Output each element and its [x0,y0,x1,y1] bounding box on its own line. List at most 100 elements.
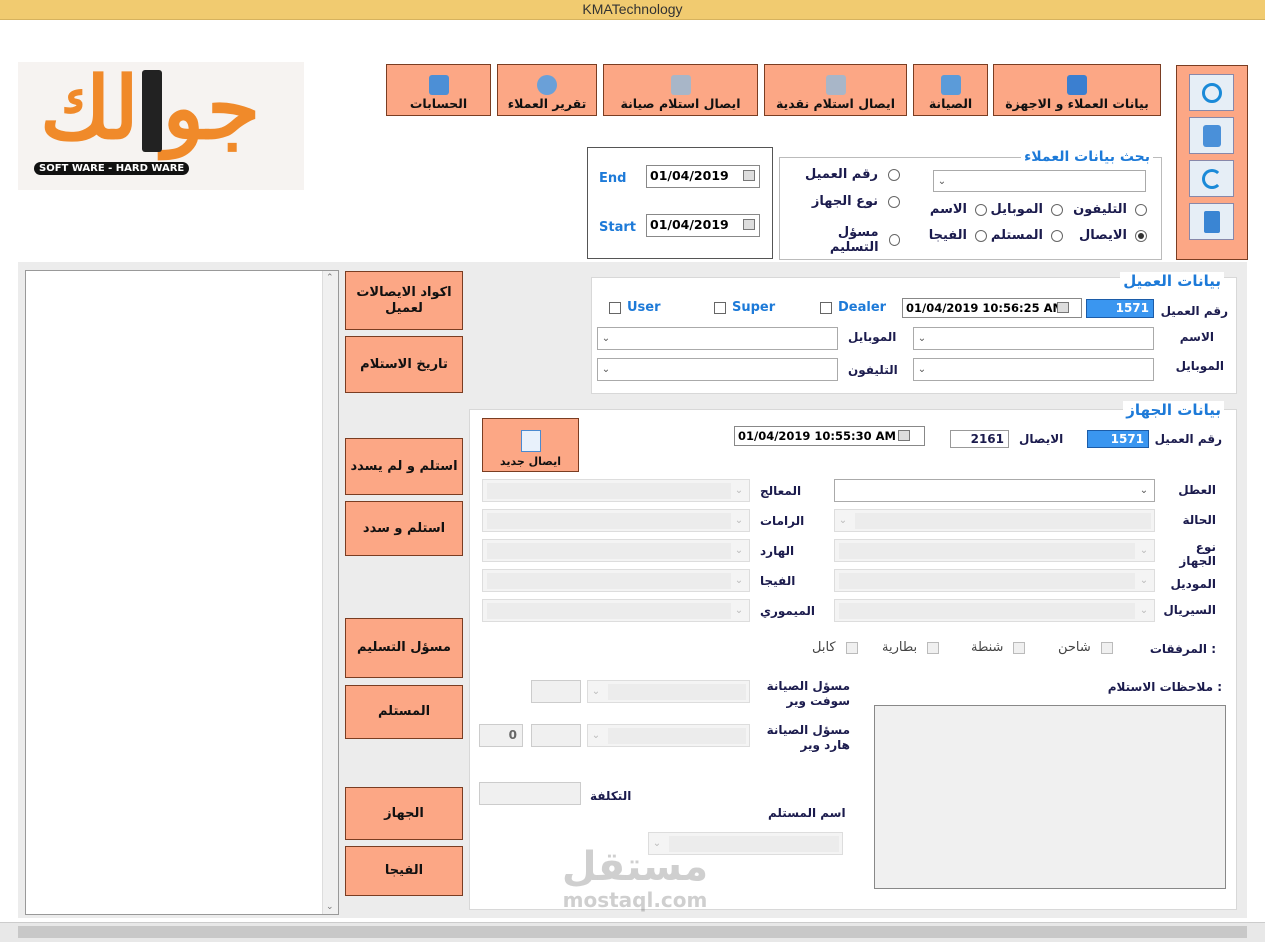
device-type-combo[interactable]: ⌄ [834,539,1155,562]
delete-button[interactable] [1189,203,1234,240]
dealer-checkbox[interactable] [820,301,832,314]
edit-note-icon [520,430,541,452]
received-paid-button[interactable]: استلم و سدد [345,501,463,556]
sw-resp-label: مسؤل الصيانة سوفت وير [766,679,850,708]
receipt-codes-button[interactable]: اكواد الايصالات لعميل [345,271,463,330]
mobile-combo[interactable]: ⌄ [597,327,838,350]
user-label: User [627,300,661,315]
radio-mobile[interactable] [1051,203,1063,216]
maintenance-button[interactable]: الصيانة [913,64,988,116]
user-checkbox[interactable] [609,301,621,314]
device-customer-no-input[interactable]: 1571 [1087,430,1149,448]
device-button[interactable]: الجهاز [345,787,463,840]
chevron-down-icon: ⌄ [734,485,744,496]
vga-button[interactable]: الفيجا [345,846,463,896]
chevron-down-icon: ⌄ [734,515,744,526]
search-combo[interactable]: ⌄ [933,170,1146,192]
chevron-down-icon: ⌄ [1139,605,1149,616]
sw-resp-value[interactable] [531,680,581,703]
hw-resp-value[interactable]: 0 [479,724,523,747]
save-button[interactable] [1189,117,1234,154]
vga-combo[interactable]: ⌄ [482,569,750,592]
cpu-combo[interactable]: ⌄ [482,479,750,502]
chevron-down-icon: ⌄ [1139,575,1149,586]
hw-resp-combo[interactable]: ⌄ [587,724,750,747]
radio-name[interactable] [975,203,987,216]
mobile2-combo[interactable]: ⌄ [913,358,1154,381]
new-receipt-button[interactable]: ايصال جديد [482,418,579,472]
device-customer-no-label: رقم العميل [1154,432,1222,446]
bag-checkbox[interactable] [1013,641,1026,654]
end-date-picker[interactable]: 01/04/2019 [646,165,760,188]
phone-combo[interactable]: ⌄ [597,358,838,381]
cable-checkbox[interactable] [845,641,858,654]
charger-label: شاحن [1058,640,1091,655]
sw-resp-combo[interactable]: ⌄ [587,680,750,703]
watermark-url: mostaql.com [562,888,708,912]
radio-customer-no[interactable] [888,168,900,181]
hdd-combo[interactable]: ⌄ [482,539,750,562]
start-date-picker[interactable]: 01/04/2019 [646,214,760,237]
label-mobile: الموبايل [990,202,1043,217]
scroll-up-icon[interactable]: ⌃ [326,273,334,283]
radio-vga[interactable] [975,229,987,242]
charger-checkbox[interactable] [1100,641,1113,654]
customer-no-label: رقم العميل [1160,304,1228,318]
customer-no-input[interactable]: 1571 [1086,299,1154,318]
maintenance-receipt-button[interactable]: ايصال استلام صيانة [603,64,758,116]
customers-devices-button[interactable]: بيانات العملاء و الاجهزة [993,64,1161,116]
list-scrollbar[interactable]: ⌃ ⌄ [322,271,338,914]
memory-combo[interactable]: ⌄ [482,599,750,622]
radio-receipt[interactable] [1135,229,1147,242]
hw-resp-extra[interactable] [531,724,581,747]
cash-receipt-button[interactable]: ايصال استلام نقدية [764,64,907,116]
chevron-down-icon: ⌄ [591,730,601,741]
cost-input[interactable] [479,782,581,805]
receipt-no-label: الايصال [1019,432,1064,446]
window-title: KMATechnology [0,0,1265,20]
ram-label: الرامات [760,514,805,528]
ram-combo[interactable]: ⌄ [482,509,750,532]
refresh-button[interactable] [1189,160,1234,197]
label-receiver: المستلم [990,228,1043,243]
receipt-no-input[interactable]: 2161 [950,430,1009,448]
chevron-down-icon: ⌄ [591,686,601,697]
battery-checkbox[interactable] [927,641,940,654]
calendar-icon [743,219,755,230]
chevron-down-icon: ⌄ [838,515,848,526]
fault-combo[interactable]: ⌄ [834,479,1155,502]
serial-combo[interactable]: ⌄ [834,599,1155,622]
received-unpaid-button[interactable]: استلم و لم يسدد [345,438,463,495]
radio-delivery-resp[interactable] [888,234,900,246]
receipts-list[interactable]: ⌃ ⌄ [25,270,339,915]
customers-report-button[interactable]: تقرير العملاء [497,64,597,116]
scroll-thumb[interactable] [18,926,1247,938]
status-combo[interactable]: ⌄ [834,509,1155,532]
receiver-button[interactable]: المستلم [345,685,463,739]
chevron-down-icon: ⌄ [734,605,744,616]
customer-datetime-picker[interactable]: 01/04/2019 10:56:25 AM [902,298,1082,318]
hdd-label: الهارد [760,544,795,558]
radio-receiver[interactable] [1051,229,1063,242]
power-button[interactable] [1189,74,1234,111]
chevron-down-icon: ⌄ [1139,545,1149,556]
device-datetime-picker[interactable]: 01/04/2019 10:55:30 AM [734,426,925,446]
date-range-box: End 01/04/2019 Start 01/04/2019 [587,147,773,259]
name-combo[interactable]: ⌄ [913,327,1154,350]
horizontal-scrollbar[interactable] [0,922,1265,942]
receive-date-button[interactable]: تاريخ الاستلام [345,336,463,393]
model-combo[interactable]: ⌄ [834,569,1155,592]
scroll-down-icon[interactable]: ⌄ [326,902,334,912]
start-label: Start [599,220,636,235]
vga-label: الفيجا [760,574,796,588]
customer-panel: بيانات العميل رقم العميل 1571 01/04/2019… [591,272,1237,394]
accounts-button[interactable]: الحسابات [386,64,491,116]
delivery-resp-button[interactable]: مسؤل التسليم [345,618,463,678]
super-checkbox[interactable] [714,301,726,314]
label-name: الاسم [929,202,967,217]
notes-textarea[interactable] [874,705,1226,889]
cable-label: كابل [812,640,836,655]
power-icon [1201,82,1222,103]
radio-device-type[interactable] [888,195,900,208]
radio-phone[interactable] [1135,203,1147,216]
